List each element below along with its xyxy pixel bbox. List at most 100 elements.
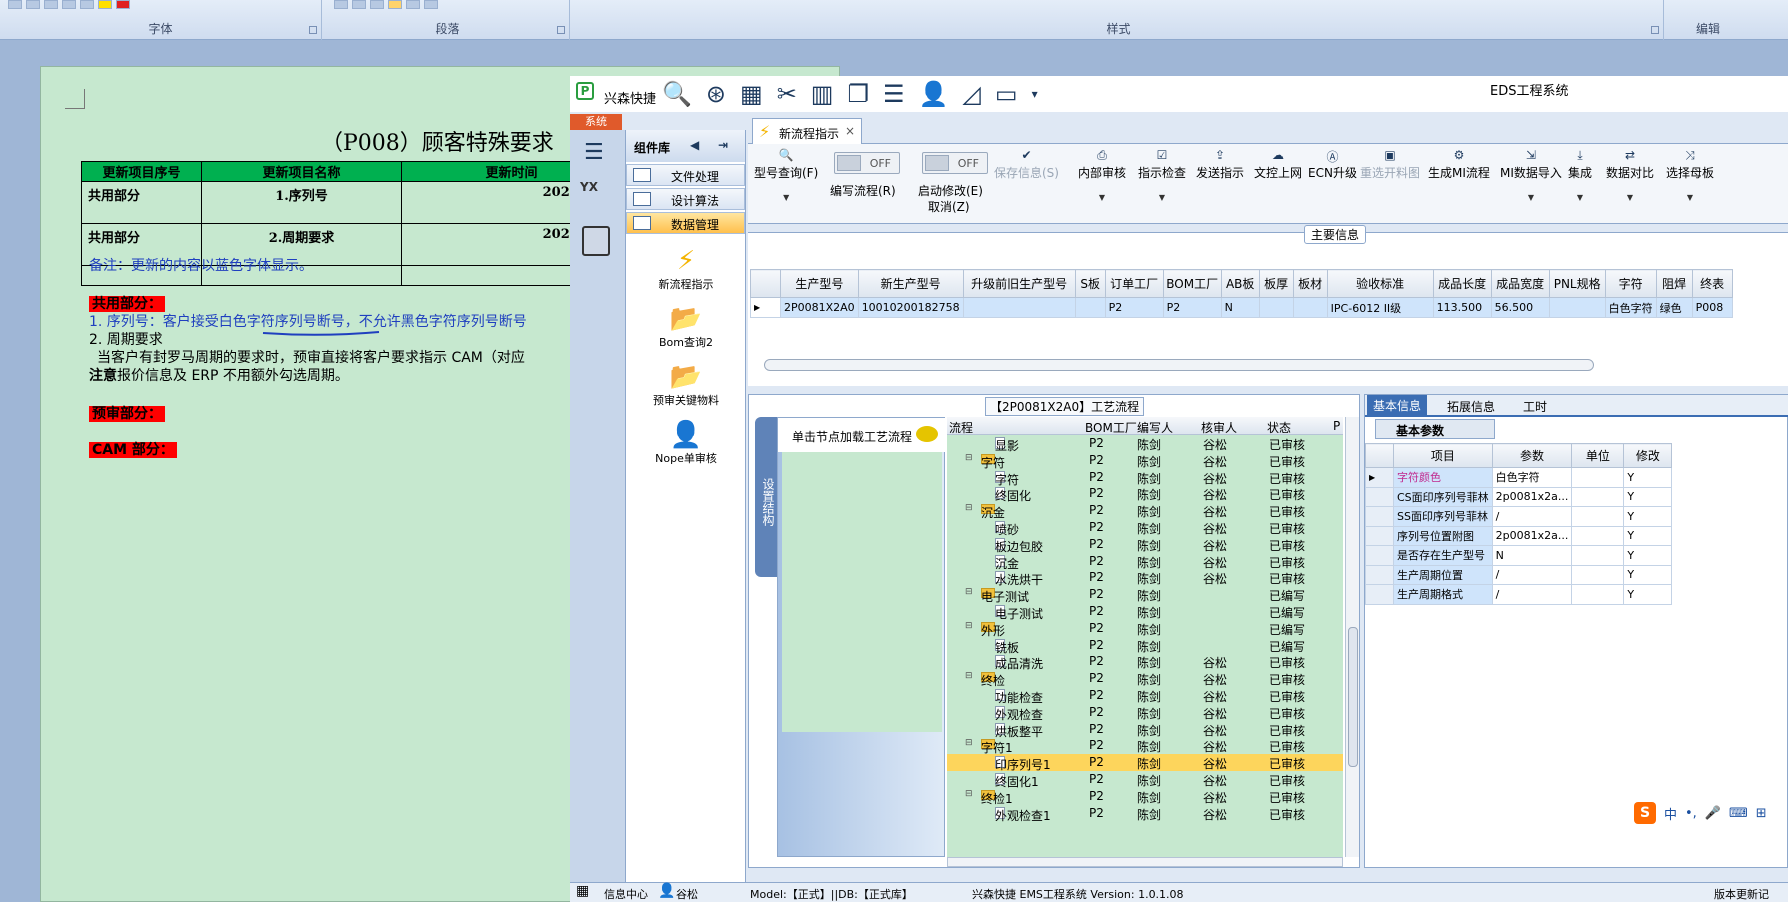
table-row[interactable]: CS面印序列号菲林 2p0081x2a... Y [1365, 486, 1673, 507]
ime-mode[interactable]: 中 [1664, 804, 1677, 823]
save-info-button[interactable]: ✔ 保存信息(S) [994, 148, 1059, 181]
lib-item-design-algorithm[interactable]: 设计算法 [626, 188, 745, 210]
keyboard-icon[interactable]: ⌨ [1729, 806, 1748, 821]
column-header[interactable]: PNL规格 [1548, 269, 1606, 298]
model-query-button[interactable]: 🔍 型号查询(F) ▼ [754, 148, 818, 202]
param-value[interactable]: / [1491, 584, 1573, 605]
tree-row[interactable]: 成品清洗 P2 陈剑 谷松 已审核 [947, 653, 1343, 671]
tree-row[interactable]: 显影 P2 陈剑 谷松 已审核 [947, 435, 1343, 453]
column-header[interactable]: 参数 [1491, 443, 1573, 468]
param-unit[interactable] [1571, 506, 1625, 527]
collapse-icon[interactable]: ⊟ [965, 789, 973, 799]
tree-row[interactable]: 外观检查 P2 陈剑 谷松 已审核 [947, 704, 1343, 722]
node-pane-body[interactable] [782, 452, 942, 732]
grid-cell[interactable] [962, 297, 1076, 318]
grid-icon[interactable]: ▦ [740, 81, 763, 107]
column-header[interactable]: 编写人 [1137, 419, 1173, 436]
column-header[interactable]: 板厚 [1258, 269, 1294, 298]
table-row[interactable]: 生产周期位置 / Y [1365, 564, 1673, 585]
param-unit[interactable] [1571, 564, 1625, 585]
column-header[interactable]: S板 [1074, 269, 1106, 298]
info-center-label[interactable]: 信息中心 [604, 886, 648, 902]
tree-row[interactable]: ⊟ 电子测试 P2 陈剑 已编写 [947, 586, 1343, 604]
column-header[interactable]: 修改 [1623, 443, 1673, 468]
table-row[interactable]: 是否存在生产型号 N Y [1365, 545, 1673, 566]
update-notes-link[interactable]: 版本更新记 [1714, 886, 1769, 902]
column-header[interactable]: BOM工厂 [1162, 269, 1222, 298]
column-header[interactable]: 升级前旧生产型号 [962, 269, 1076, 298]
table-row[interactable]: SS面印序列号菲林 / Y [1365, 506, 1673, 527]
column-header[interactable]: 板材 [1292, 269, 1328, 298]
column-header[interactable]: 字符 [1604, 269, 1657, 298]
search-icon[interactable]: 🔍 [662, 81, 692, 107]
column-header[interactable]: 阻焊 [1655, 269, 1693, 298]
scissors-icon[interactable]: ✂ [777, 81, 797, 107]
horizontal-scrollbar[interactable] [764, 359, 1594, 371]
tree-row[interactable]: 终固化 P2 陈剑 谷松 已审核 [947, 485, 1343, 503]
lib-item-file-process[interactable]: 文件处理 [626, 164, 745, 186]
system-tab[interactable]: 系统 [570, 114, 622, 130]
param-unit[interactable] [1571, 545, 1625, 566]
internal-audit-button[interactable]: ⎙ 内部审核 ▼ [1078, 148, 1126, 202]
grid-cell[interactable]: 10010200182758 [857, 297, 964, 318]
tree-row[interactable]: ⊟ 终检 P2 陈剑 谷松 已审核 [947, 670, 1343, 688]
write-flow-toggle[interactable]: OFF [834, 152, 900, 174]
tree-row[interactable]: 功能检查 P2 陈剑 谷松 已审核 [947, 687, 1343, 705]
instruction-check-button[interactable]: ☑ 指示检查 ▼ [1138, 148, 1186, 202]
tree-row[interactable]: 烘板整平 P2 陈剑 谷松 已审核 [947, 721, 1343, 739]
tree-row[interactable]: 印序列号1 P2 陈剑 谷松 已审核 [947, 754, 1343, 772]
calculator-icon[interactable] [582, 226, 610, 256]
lifebuoy-icon[interactable]: ⊛ [706, 81, 726, 107]
tree-row[interactable]: 字符 P2 陈剑 谷松 已审核 [947, 469, 1343, 487]
param-unit[interactable] [1571, 525, 1625, 546]
tool-nope-audit[interactable]: 👤 Nope单审核 [626, 420, 746, 466]
ecn-upgrade-button[interactable]: Ⓐ ECN升级 [1308, 148, 1357, 181]
collapse-icon[interactable]: ⊟ [965, 453, 973, 463]
dialog-launcher-icon[interactable] [1651, 26, 1659, 34]
collapse-left-icon[interactable]: ◀ [690, 138, 699, 152]
tree-row[interactable]: 电子测试 P2 陈剑 已编写 [947, 603, 1343, 621]
tab-work-hours[interactable]: 工时 [1523, 398, 1547, 415]
param-unit[interactable] [1571, 467, 1625, 488]
basic-params-tab[interactable]: 基本参数 [1375, 419, 1495, 439]
clipboard-icon[interactable]: ❐ [847, 81, 869, 107]
param-value[interactable]: / [1491, 506, 1573, 527]
param-unit[interactable] [1571, 486, 1625, 507]
toolbox-icon[interactable]: ⊞ [1756, 806, 1767, 821]
grid-cell[interactable]: 113.500 [1432, 297, 1492, 318]
table-row[interactable]: 生产周期格式 / Y [1365, 584, 1673, 605]
column-header[interactable]: 生产型号 [780, 269, 859, 298]
collapse-icon[interactable]: ⊟ [965, 738, 973, 748]
column-header[interactable]: BOM工厂 [1085, 419, 1137, 436]
close-icon[interactable]: × [845, 124, 855, 138]
generate-mi-flow-button[interactable]: ⚙ 生成MI流程 [1428, 148, 1490, 181]
sogou-logo-icon[interactable]: S [1634, 802, 1656, 824]
tree-row[interactable]: ⊟ 字符1 P2 陈剑 谷松 已审核 [947, 737, 1343, 755]
grid-cell[interactable]: IPC-6012 II级 [1326, 297, 1434, 318]
tab-extended-info[interactable]: 拓展信息 [1447, 398, 1495, 415]
grid-cell[interactable] [1548, 297, 1606, 318]
select-motherboard-button[interactable]: ⤨ 选择母板 ▼ [1666, 148, 1714, 202]
grid-cell[interactable]: 绿色 [1655, 297, 1693, 318]
list-icon[interactable]: ☰ [883, 81, 905, 107]
tree-row[interactable]: 终固化1 P2 陈剑 谷松 已审核 [947, 771, 1343, 789]
grid-cell[interactable]: P008 [1691, 297, 1733, 318]
tree-row[interactable]: ⊟ 字符 P2 陈剑 谷松 已审核 [947, 452, 1343, 470]
grid-cell[interactable]: 白色字符 [1604, 297, 1657, 318]
dialog-launcher-icon[interactable] [309, 26, 317, 34]
reselect-cut-image-button[interactable]: ▣ 重选开料图 [1360, 148, 1420, 181]
column-header[interactable]: 成品宽度 [1490, 269, 1550, 298]
grid-cell[interactable] [1292, 297, 1328, 318]
tree-row[interactable]: 外观检查1 P2 陈剑 谷松 已审核 [947, 805, 1343, 823]
table-row[interactable]: ▶ 2P0081X2A0 10010200182758 P2 P2 N IPC-… [750, 297, 1733, 318]
menu-icon[interactable]: ☰ [584, 140, 608, 165]
grid-cell[interactable]: P2 [1104, 297, 1164, 318]
customize-icon[interactable]: ▾ [1032, 81, 1038, 107]
grid-cell[interactable]: P2 [1162, 297, 1222, 318]
tab-basic-info[interactable]: 基本信息 [1367, 395, 1428, 417]
horizontal-scrollbar[interactable] [947, 857, 1343, 867]
scroll-thumb[interactable] [1348, 627, 1358, 767]
param-value[interactable]: N [1491, 545, 1573, 566]
doc-control-online-button[interactable]: ☁ 文控上网 [1254, 148, 1302, 181]
tree-row[interactable]: 铣板 P2 陈剑 已编写 [947, 637, 1343, 655]
